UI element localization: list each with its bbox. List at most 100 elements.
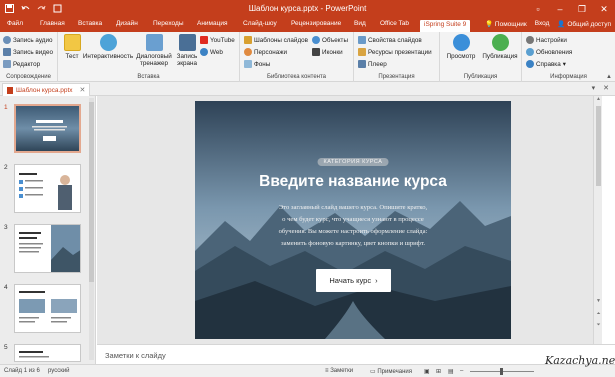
group-label: Публикация xyxy=(463,74,498,80)
course-category-badge[interactable]: КАТЕГОРИЯ КУРСА xyxy=(317,158,389,166)
templates-icon xyxy=(244,36,252,44)
publish-icon xyxy=(491,34,509,51)
objects-icon xyxy=(312,36,320,44)
login-link[interactable]: Вход xyxy=(535,20,550,28)
restore-icon[interactable]: ❐ xyxy=(571,0,593,18)
slide-thumbnails-pane: 1 2 3 4 5 xyxy=(0,96,96,364)
sorter-view-icon[interactable]: ⊞ xyxy=(436,368,441,375)
group-publish: Просмотр Публикация Публикация xyxy=(440,32,522,82)
comments-toggle[interactable]: ▭ Примечания xyxy=(370,368,412,375)
start-course-button[interactable]: Начать курс › xyxy=(316,269,391,292)
tab-slideshow[interactable]: Слайд-шоу xyxy=(243,20,277,27)
editor-scrollbar[interactable]: ▲ ▼ ⏶ ⏷ xyxy=(593,96,602,344)
screen-record-button[interactable]: Запись экрана xyxy=(175,34,199,67)
ribbon: Запись аудио Запись видео Редактор Сопро… xyxy=(0,32,615,82)
tab-review[interactable]: Рецензирование xyxy=(291,20,341,27)
objects-button[interactable]: Объекты xyxy=(312,35,348,45)
publish-button[interactable]: Публикация xyxy=(480,34,520,60)
character-icon xyxy=(244,48,252,56)
group-presentation: Свойства слайдов Ресурсы презентации Пле… xyxy=(354,32,440,82)
record-audio-button[interactable]: Запись аудио xyxy=(3,35,52,45)
chevron-down-icon: ▾ xyxy=(562,60,566,68)
quiz-button[interactable]: Тест xyxy=(62,34,82,60)
slide-counter: Слайд 1 из 6 xyxy=(4,368,40,374)
tab-design[interactable]: Дизайн xyxy=(116,20,138,27)
tabs-right-area: 💡 Помощник Вход 👤 Общий доступ xyxy=(485,20,611,28)
tab-animation[interactable]: Анимация xyxy=(197,20,228,27)
close-tab-icon[interactable]: ✕ xyxy=(80,86,86,94)
language-indicator[interactable]: русский xyxy=(48,368,70,374)
zoom-slider-thumb[interactable] xyxy=(500,368,503,375)
scrollbar-thumb[interactable] xyxy=(89,102,94,282)
reading-view-icon[interactable]: ▤ xyxy=(448,368,454,375)
interactivity-button[interactable]: Интерактивность xyxy=(83,34,133,60)
scrollbar-thumb[interactable] xyxy=(596,106,601,186)
slide-number: 1 xyxy=(4,104,8,111)
document-tab[interactable]: Шаблон курса.pptx ✕ xyxy=(2,83,91,96)
group-insert: Тест Интерактивность Диалоговый тренажер… xyxy=(58,32,240,82)
player-button[interactable]: Плеер xyxy=(358,59,387,69)
record-video-button[interactable]: Запись видео xyxy=(3,47,53,57)
slide-properties-button[interactable]: Свойства слайдов xyxy=(358,35,422,45)
watermark: Kazachya.net xyxy=(545,354,615,367)
chevron-right-icon: › xyxy=(375,276,378,285)
scroll-up-icon[interactable]: ▲ xyxy=(594,96,603,102)
collapse-ribbon-icon[interactable]: ▲ xyxy=(606,74,612,80)
zoom-out-icon[interactable]: – xyxy=(460,368,463,374)
slide-number: 2 xyxy=(4,164,8,171)
help-assistant[interactable]: 💡 Помощник xyxy=(485,20,527,28)
preview-button[interactable]: Просмотр xyxy=(444,34,478,60)
tab-home[interactable]: Главная xyxy=(40,20,65,27)
close-icon[interactable]: ✕ xyxy=(593,0,615,18)
tab-ispring[interactable]: iSpring Suite 9 xyxy=(420,20,471,32)
slide-templates-button[interactable]: Шаблоны слайдов xyxy=(244,35,308,45)
slide-preview xyxy=(14,164,81,213)
previous-slide-icon[interactable]: ⏶ xyxy=(594,311,603,317)
slide-preview xyxy=(14,284,81,333)
group-label: Сопровождение xyxy=(6,74,51,80)
tab-file[interactable]: Файл xyxy=(0,18,30,32)
tab-insert[interactable]: Вставка xyxy=(78,20,102,27)
dialog-simulator-button[interactable]: Диалоговый тренажер xyxy=(136,34,172,67)
window-title: Шаблон курса.pptx - PowerPoint xyxy=(248,4,367,13)
background-icon xyxy=(244,60,252,68)
player-icon xyxy=(358,60,366,68)
slide-number: 4 xyxy=(4,284,8,291)
close-icon[interactable]: ✕ xyxy=(603,84,609,92)
camera-icon xyxy=(3,48,11,56)
next-slide-icon[interactable]: ⏷ xyxy=(594,322,603,328)
tab-office-tab[interactable]: Office Tab xyxy=(380,20,409,27)
globe-icon xyxy=(200,48,208,56)
course-description[interactable]: Это заглавный слайд вашего курса. Опишит… xyxy=(253,202,453,250)
notes-toggle[interactable]: ≡ Заметки xyxy=(325,368,353,374)
slide-preview xyxy=(14,344,81,362)
tab-transitions[interactable]: Переходы xyxy=(153,20,184,27)
icons-button[interactable]: Иконки xyxy=(312,47,343,57)
youtube-button[interactable]: YouTube xyxy=(200,35,235,45)
slide-canvas[interactable]: КАТЕГОРИЯ КУРСА Введите название курса Э… xyxy=(195,101,511,339)
backgrounds-button[interactable]: Фоны xyxy=(244,59,270,69)
tab-view[interactable]: Вид xyxy=(354,20,366,27)
ribbon-display-icon[interactable]: ▫ xyxy=(527,0,549,18)
updates-button[interactable]: Обновления xyxy=(526,47,572,57)
slide-preview xyxy=(14,224,81,273)
settings-button[interactable]: Настройки xyxy=(526,35,567,45)
normal-view-icon[interactable]: ▣ xyxy=(424,368,430,375)
group-label: Вставка xyxy=(137,74,160,80)
characters-button[interactable]: Персонажи xyxy=(244,47,287,57)
screen-record-icon xyxy=(178,34,196,51)
minimize-icon[interactable]: – xyxy=(549,0,571,18)
web-button[interactable]: Web xyxy=(200,47,223,57)
scroll-down-icon[interactable]: ▼ xyxy=(594,298,603,304)
thumbnails-scrollbar[interactable] xyxy=(89,98,94,360)
editor-icon xyxy=(3,60,11,68)
course-title[interactable]: Введите название курса xyxy=(195,173,511,191)
presentation-resources-button[interactable]: Ресурсы презентации xyxy=(358,47,432,57)
share-button[interactable]: 👤 Общий доступ xyxy=(557,20,611,28)
document-tabs: Шаблон курса.pptx ✕ ▾ ✕ xyxy=(0,82,615,96)
tab-strip-controls: ▾ ✕ xyxy=(592,84,609,92)
editor-button[interactable]: Редактор xyxy=(3,59,40,69)
help-button[interactable]: Справка ▾ xyxy=(526,59,566,69)
tab-list-icon[interactable]: ▾ xyxy=(592,84,596,92)
notes-pane[interactable]: Заметки к слайду xyxy=(97,344,615,364)
